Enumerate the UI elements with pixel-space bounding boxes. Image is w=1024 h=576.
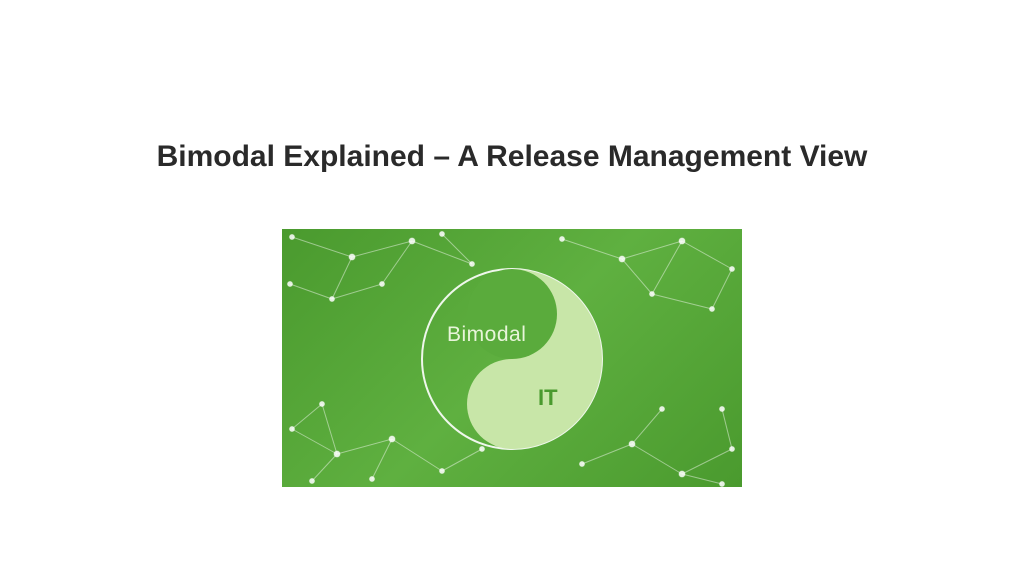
bimodal-graphic: Bimodal IT xyxy=(282,229,742,487)
slide-title: Bimodal Explained – A Release Management… xyxy=(157,140,868,174)
yinyang-icon xyxy=(282,229,742,487)
graphic-label-bimodal: Bimodal xyxy=(447,323,526,347)
slide-container: Bimodal Explained – A Release Management… xyxy=(0,0,1024,576)
graphic-label-it: IT xyxy=(538,385,558,411)
